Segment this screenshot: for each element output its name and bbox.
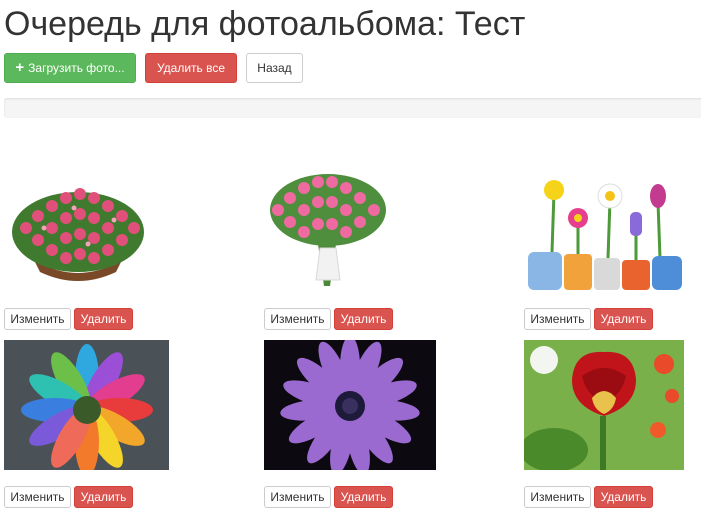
back-button[interactable]: Назад: [246, 53, 303, 83]
edit-photo-4-button[interactable]: Изменить: [4, 486, 71, 508]
edit-photo-2-button[interactable]: Изменить: [264, 308, 331, 330]
delete-photo-2-button[interactable]: Удалить: [334, 308, 393, 330]
edit-photo-1-button[interactable]: Изменить: [4, 308, 71, 330]
photo-thumbnail-4[interactable]: [4, 340, 169, 470]
photo-thumbnail-2[interactable]: [264, 168, 392, 292]
photo-thumbnail-6[interactable]: [524, 340, 684, 470]
delete-photo-6-button[interactable]: Удалить: [594, 486, 653, 508]
upload-photo-button[interactable]: + Загрузить фото...: [4, 53, 136, 83]
delete-photo-4-button[interactable]: Удалить: [74, 486, 133, 508]
page-title: Очередь для фотоальбома: Тест: [4, 5, 526, 43]
edit-photo-5-button[interactable]: Изменить: [264, 486, 331, 508]
plus-icon: +: [15, 59, 25, 76]
photo-thumbnail-3[interactable]: [524, 172, 684, 292]
photo-thumbnail-5[interactable]: [264, 340, 436, 470]
edit-photo-6-button[interactable]: Изменить: [524, 486, 591, 508]
delete-photo-3-button[interactable]: Удалить: [594, 308, 653, 330]
delete-all-button[interactable]: Удалить все: [145, 53, 237, 83]
photo-thumbnail-1[interactable]: [4, 168, 152, 292]
upload-photo-label: Загрузить фото...: [28, 61, 125, 75]
delete-photo-5-button[interactable]: Удалить: [334, 486, 393, 508]
edit-photo-3-button[interactable]: Изменить: [524, 308, 591, 330]
delete-photo-1-button[interactable]: Удалить: [74, 308, 133, 330]
upload-progress-bar: [4, 98, 701, 118]
